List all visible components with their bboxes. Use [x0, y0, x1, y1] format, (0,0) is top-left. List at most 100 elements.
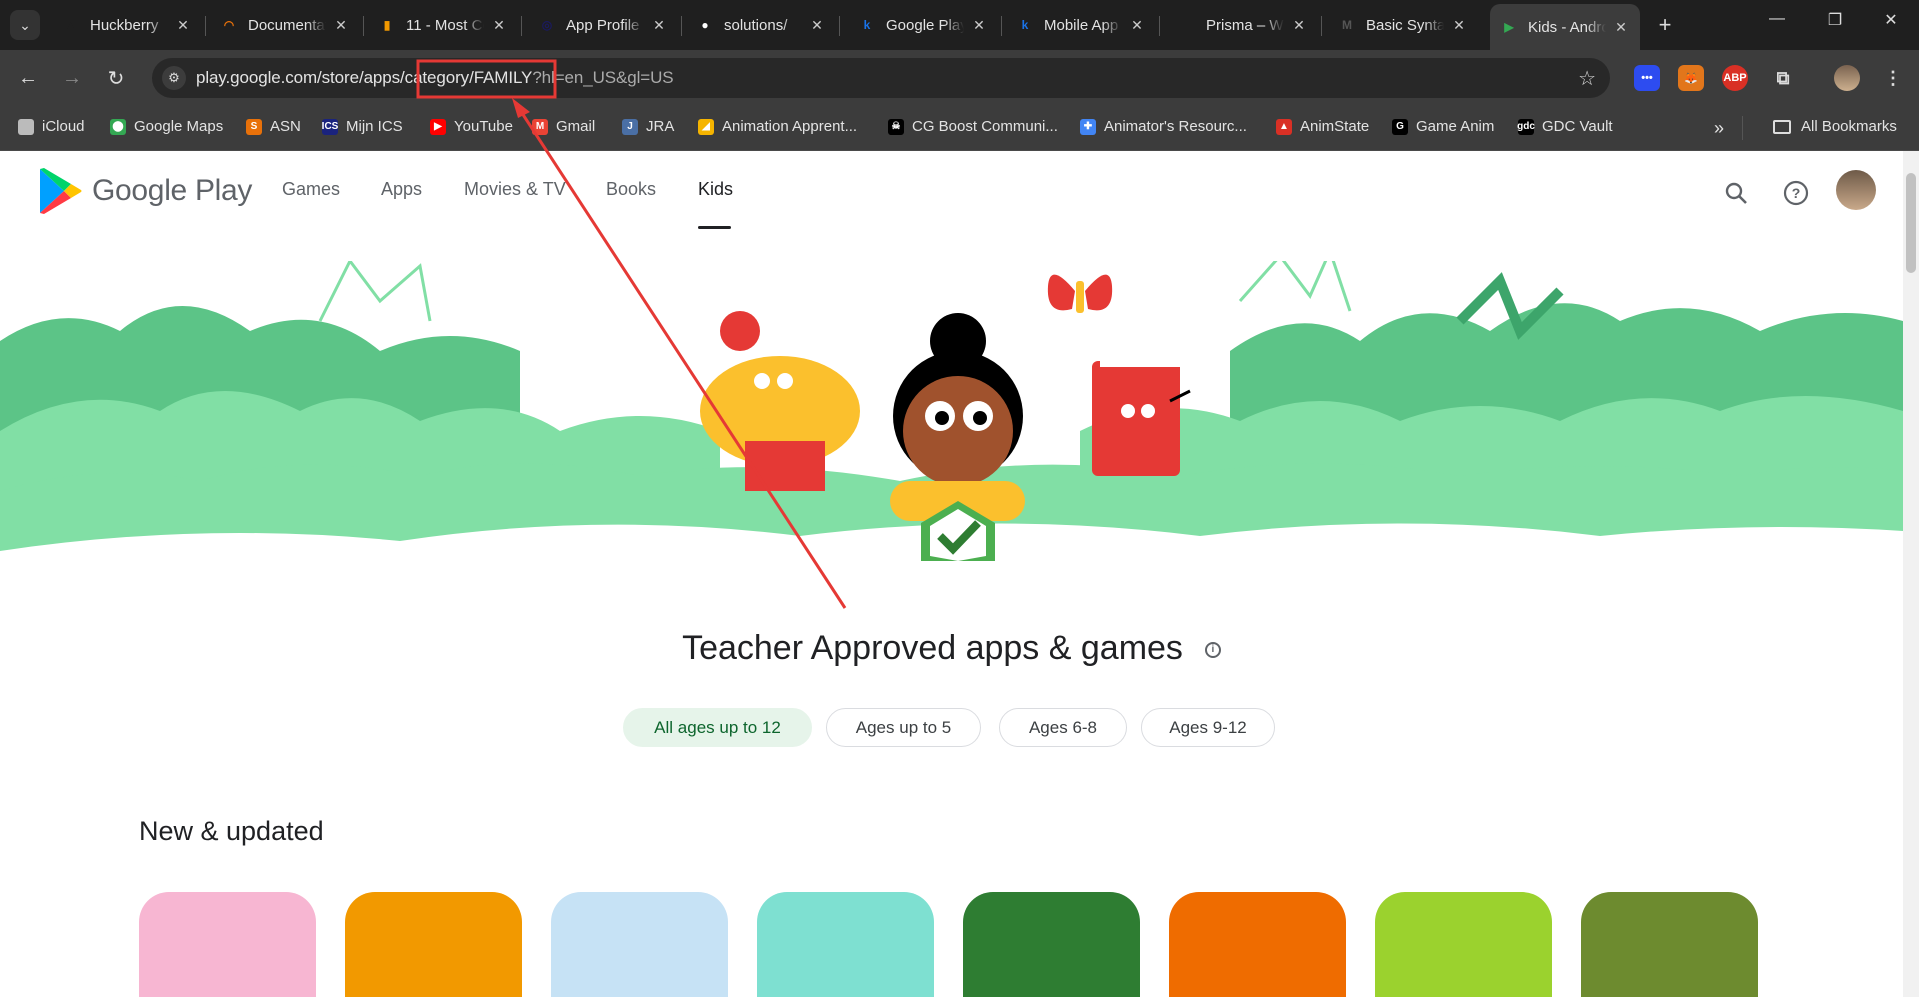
close-tab-icon[interactable]: ✕ — [650, 17, 668, 34]
age-filter-chip[interactable]: Ages 6-8 — [999, 708, 1127, 747]
browser-tab[interactable]: ▶ Kids - Android ✕ — [1490, 4, 1640, 50]
browser-tab[interactable]: M Basic Syntax ✕ — [1328, 6, 1478, 44]
app-icon[interactable] — [1169, 892, 1346, 997]
browser-tab[interactable]: ◠ Documentation ✕ — [210, 6, 360, 44]
bookmark-favicon-icon: ▲ — [1276, 118, 1292, 135]
profile-avatar[interactable] — [1834, 65, 1860, 91]
scrollbar-thumb[interactable] — [1906, 173, 1916, 273]
bookmark-item[interactable]: G Game Anim — [1392, 118, 1494, 135]
bookmark-label: Gmail — [556, 118, 596, 135]
app-icon[interactable] — [551, 892, 728, 997]
back-button[interactable]: ← — [12, 62, 44, 94]
browser-tab[interactable]: k Mobile App ✕ — [1006, 6, 1156, 44]
close-window-button[interactable]: ✕ — [1866, 10, 1916, 30]
bookmark-star-icon[interactable]: ☆ — [1578, 66, 1596, 91]
nav-tab-movies-tv[interactable]: Movies & TV — [464, 179, 566, 200]
bookmark-item[interactable]: ☠ CG Boost Communi... — [888, 118, 1058, 135]
bookmark-item[interactable]: ▲ AnimState — [1276, 118, 1369, 135]
tab-search-button[interactable]: ⌄ — [10, 10, 40, 40]
age-filter-chip[interactable]: All ages up to 12 — [623, 708, 812, 747]
app-icon[interactable] — [757, 892, 934, 997]
bookmark-item[interactable]: ✚ Animator's Resourc... — [1080, 118, 1247, 135]
bookmark-item[interactable]: S ASN — [246, 118, 301, 135]
tab-title: Prisma – Web — [1206, 16, 1284, 34]
adblock-plus-extension-icon[interactable]: ABP — [1722, 65, 1748, 91]
close-tab-icon[interactable]: ✕ — [1612, 19, 1630, 36]
bookmark-label: CG Boost Communi... — [912, 118, 1058, 135]
bookmark-label: AnimState — [1300, 118, 1370, 135]
close-tab-icon[interactable]: ✕ — [808, 17, 826, 34]
bookmark-favicon-icon: M — [532, 118, 548, 135]
search-icon[interactable] — [1720, 177, 1752, 209]
close-tab-icon[interactable]: ✕ — [1128, 17, 1146, 34]
age-filter-chip[interactable]: Ages 9-12 — [1141, 708, 1275, 747]
age-filter-chip[interactable]: Ages up to 5 — [826, 708, 981, 747]
app-icon[interactable] — [1581, 892, 1758, 997]
nav-tab-apps[interactable]: Apps — [381, 179, 422, 200]
tab-separator — [1001, 16, 1002, 36]
tab-favicon-icon — [1178, 16, 1196, 34]
bookmark-item[interactable]: ICS Mijn ICS — [322, 118, 403, 135]
nav-tab-books[interactable]: Books — [606, 179, 656, 200]
arrow-left-icon: ← — [18, 66, 38, 89]
browser-tab[interactable]: k Google Play ✕ — [848, 6, 998, 44]
dots-extension-icon[interactable]: ••• — [1634, 65, 1660, 91]
browser-tab[interactable]: ● solutions/ ✕ — [686, 6, 836, 44]
close-tab-icon[interactable]: ✕ — [1290, 17, 1308, 34]
address-bar[interactable]: ⚙ play.google.com/store/apps/category/FA… — [152, 58, 1610, 98]
nav-tab-games[interactable]: Games — [282, 179, 340, 200]
page-scrollbar[interactable] — [1903, 151, 1919, 997]
info-icon[interactable]: i — [1204, 642, 1221, 659]
reload-button[interactable]: ↻ — [100, 62, 132, 94]
close-tab-icon[interactable]: ✕ — [490, 17, 508, 34]
app-icon[interactable] — [1375, 892, 1552, 997]
bookmark-item[interactable]: J JRA — [622, 118, 674, 135]
bookmark-favicon-icon — [18, 118, 34, 135]
browser-chrome: ⌄ ▲ Huckberry ✕ ◠ Documentation ✕ ▮ 11 - Most C… — [0, 0, 1919, 151]
google-play-logo[interactable]: Google Play — [38, 167, 252, 215]
headline-text: Teacher Approved apps & games — [682, 629, 1183, 667]
bookmark-item[interactable]: gdc GDC Vault — [1517, 118, 1612, 135]
bookmark-label: iCloud — [42, 118, 85, 135]
restore-button[interactable]: ❐ — [1810, 10, 1860, 30]
page-headline: Teacher Approved apps & games i — [0, 629, 1903, 668]
bookmark-item[interactable]: M Gmail — [532, 118, 595, 135]
close-tab-icon[interactable]: ✕ — [332, 17, 350, 34]
app-icon[interactable] — [345, 892, 522, 997]
close-tab-icon[interactable]: ✕ — [970, 17, 988, 34]
menu-kebab-icon[interactable]: ⋮ — [1880, 65, 1906, 91]
browser-tab[interactable]: Prisma – Web ✕ — [1168, 6, 1318, 44]
bookmark-item[interactable]: ▶ YouTube — [430, 118, 513, 135]
bookmark-item[interactable]: iCloud — [18, 118, 85, 135]
account-avatar[interactable] — [1836, 170, 1876, 210]
url-text[interactable]: play.google.com/store/apps/category/FAMI… — [196, 68, 674, 88]
app-icon[interactable] — [963, 892, 1140, 997]
new-tab-button[interactable]: + — [1652, 12, 1678, 38]
bookmark-label: Google Maps — [134, 118, 224, 135]
bookmark-item[interactable]: ◢ Animation Apprent... — [698, 118, 857, 135]
bookmark-favicon-icon: ▶ — [430, 118, 446, 135]
browser-tab[interactable]: ◎ App Profile ✕ — [528, 6, 678, 44]
browser-tab[interactable]: ▲ Huckberry ✕ — [52, 6, 202, 44]
help-icon[interactable]: ? — [1780, 177, 1812, 209]
extensions-puzzle-icon[interactable]: ⧉ — [1770, 65, 1796, 91]
bookmark-label: Animator's Resourc... — [1104, 118, 1247, 135]
app-icon[interactable] — [139, 892, 316, 997]
bookmark-label: Animation Apprent... — [722, 118, 858, 135]
tab-title: Documentation — [248, 16, 326, 34]
tab-title: Kids - Android — [1528, 18, 1606, 36]
bookmark-favicon-icon: S — [246, 118, 262, 135]
minimize-button[interactable]: — — [1752, 10, 1802, 28]
kids-hero-illustration — [0, 261, 1903, 561]
all-bookmarks-button[interactable]: All Bookmarks — [1773, 118, 1897, 135]
tab-favicon-icon: k — [863, 18, 871, 32]
browser-tab[interactable]: ▮ 11 - Most Common ✕ — [368, 6, 518, 44]
metamask-extension-icon[interactable]: 🦊 — [1678, 65, 1704, 91]
close-tab-icon[interactable]: ✕ — [174, 17, 192, 34]
bookmark-item[interactable]: ⬤ Google Maps — [110, 118, 223, 135]
bookmarks-overflow-icon[interactable]: » — [1714, 118, 1724, 139]
forward-button[interactable]: → — [56, 62, 88, 94]
nav-tab-kids[interactable]: Kids — [698, 179, 733, 200]
site-info-icon[interactable]: ⚙ — [162, 66, 186, 90]
close-tab-icon[interactable]: ✕ — [1450, 17, 1468, 34]
